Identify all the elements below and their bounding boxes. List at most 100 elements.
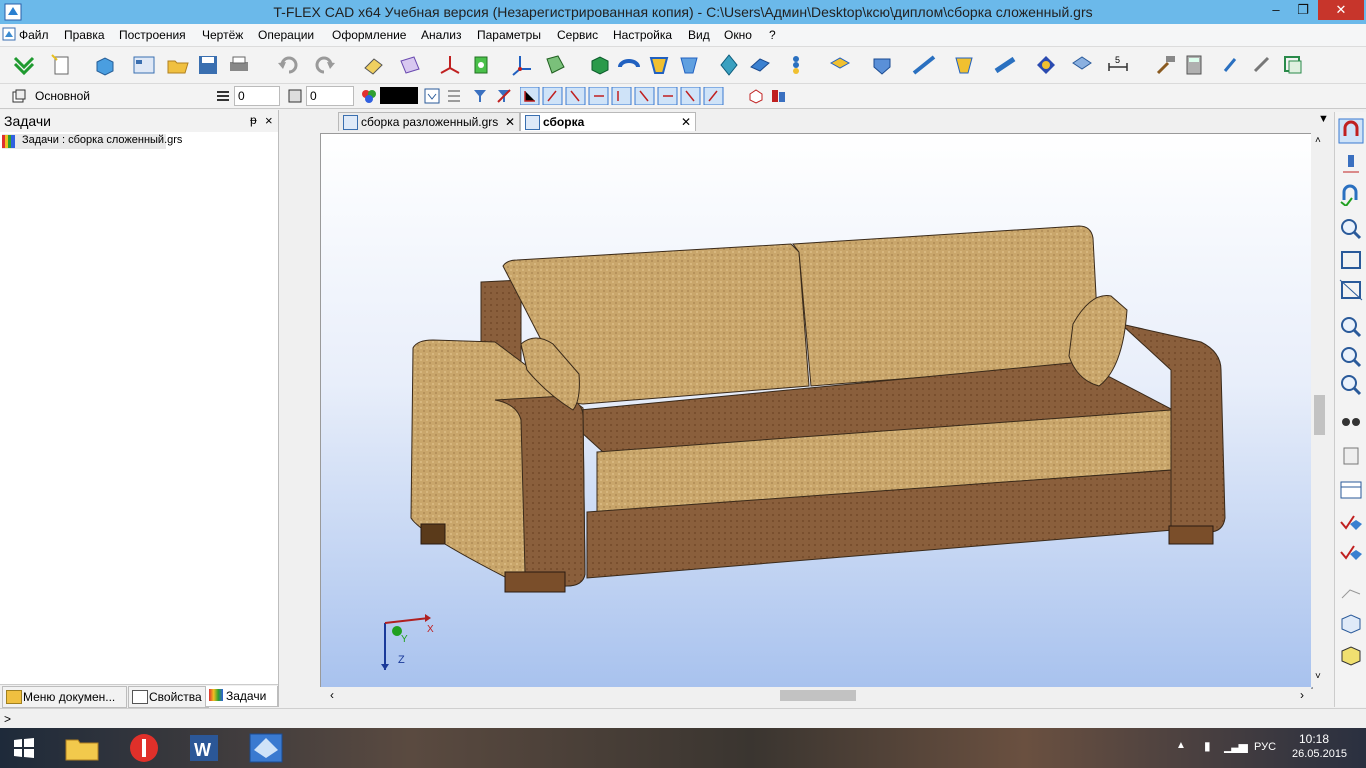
- menu-settings[interactable]: Настройка: [613, 28, 672, 42]
- 3d-profile-icon[interactable]: [544, 53, 568, 77]
- color-wheel-icon[interactable]: [361, 89, 377, 103]
- scroll-up-icon[interactable]: ˄: [1315, 135, 1321, 146]
- redo-icon[interactable]: [313, 53, 337, 77]
- open-icon[interactable]: [166, 53, 190, 77]
- thread-icon[interactable]: [952, 53, 976, 77]
- sheet-metal-icon[interactable]: [993, 53, 1017, 77]
- new-document-icon[interactable]: [50, 53, 74, 77]
- view-settings-icon[interactable]: [770, 88, 786, 104]
- scroll-down-icon[interactable]: ˅: [1315, 671, 1321, 682]
- view-3d-icon[interactable]: [748, 88, 764, 104]
- insert-part-icon[interactable]: [1034, 53, 1058, 77]
- materials-icon[interactable]: [1070, 53, 1094, 77]
- tab-document-menu[interactable]: Меню докумен...: [2, 686, 127, 708]
- menu-design[interactable]: Оформление: [332, 28, 406, 42]
- eraser-icon[interactable]: [362, 53, 386, 77]
- dimension-icon[interactable]: 5: [1106, 53, 1130, 77]
- signal-icon[interactable]: ▁▃▅: [1224, 739, 1248, 753]
- level-input[interactable]: 0: [234, 86, 280, 106]
- zoom-window-icon[interactable]: [1338, 278, 1364, 302]
- glasses-icon[interactable]: [1338, 410, 1364, 434]
- horizontal-scroll-thumb[interactable]: [780, 690, 856, 701]
- windows-icon[interactable]: [1281, 53, 1305, 77]
- minimize-button[interactable]: –: [1263, 0, 1289, 20]
- 3d-viewport[interactable]: X Y Z: [320, 133, 1313, 689]
- list-icon[interactable]: [446, 88, 462, 104]
- loft-icon[interactable]: [647, 53, 671, 77]
- save-icon[interactable]: [196, 53, 220, 77]
- color-swatch[interactable]: [380, 87, 418, 104]
- scroll-left-icon[interactable]: ‹: [330, 688, 334, 702]
- zoom-icon[interactable]: [1338, 216, 1364, 240]
- shell-icon[interactable]: [748, 53, 772, 77]
- menu-edit[interactable]: Правка: [64, 28, 105, 42]
- start-icon[interactable]: [0, 728, 48, 768]
- yandex-browser-icon[interactable]: [120, 728, 168, 768]
- menu-view[interactable]: Вид: [688, 28, 710, 42]
- tabs-dropdown-icon[interactable]: ▼: [1318, 113, 1329, 125]
- tab-properties[interactable]: Свойства: [128, 686, 209, 708]
- word-icon[interactable]: W: [180, 728, 228, 768]
- lcs-icon[interactable]: [438, 53, 462, 77]
- priority-input[interactable]: 0: [306, 86, 354, 106]
- paperclip-icon[interactable]: [1218, 53, 1242, 77]
- command-prompt[interactable]: >: [4, 712, 11, 726]
- snap-toolbar[interactable]: [520, 87, 730, 105]
- check-assembly-icon[interactable]: [1338, 540, 1364, 564]
- workplane-icon[interactable]: [398, 53, 422, 77]
- close-button[interactable]: ✕: [1318, 0, 1364, 20]
- menu-operations[interactable]: Операции: [258, 28, 314, 42]
- tray-expand-icon[interactable]: ▲: [1176, 740, 1186, 751]
- doc-menu-icon[interactable]: [2, 27, 16, 41]
- menu-parameters[interactable]: Параметры: [477, 28, 541, 42]
- pages-icon[interactable]: [1338, 444, 1364, 468]
- array-icon[interactable]: [788, 53, 812, 77]
- filter-off-icon[interactable]: [496, 88, 512, 104]
- menu-drawing[interactable]: Чертёж: [202, 28, 243, 42]
- pin-icon[interactable]: ᵽ: [250, 113, 257, 127]
- chamfer-icon[interactable]: [870, 53, 894, 77]
- layer-name[interactable]: Основной: [35, 89, 90, 103]
- horizontal-scrollbar[interactable]: ‹ ›: [320, 687, 1311, 704]
- maximize-button[interactable]: ❐: [1290, 0, 1316, 20]
- filter-icon[interactable]: [472, 88, 488, 104]
- menu-analysis[interactable]: Анализ: [421, 28, 462, 42]
- tab-document-unfolded[interactable]: сборка разложенный.grs ✕: [338, 112, 520, 131]
- panel-close-icon[interactable]: ×: [265, 113, 273, 128]
- file-explorer-icon[interactable]: [58, 728, 106, 768]
- clock-date[interactable]: 26.05.2015: [1292, 748, 1347, 760]
- vertical-scroll-thumb[interactable]: [1314, 395, 1325, 435]
- sweep-icon[interactable]: [677, 53, 701, 77]
- table-icon[interactable]: [1338, 478, 1364, 502]
- 3d-node-icon[interactable]: [470, 53, 494, 77]
- menu-construct[interactable]: Построения: [119, 28, 186, 42]
- battery-icon[interactable]: ▮: [1204, 739, 1211, 753]
- view-cube-icon[interactable]: [1338, 612, 1364, 636]
- snap-check-icon[interactable]: [1338, 182, 1364, 206]
- clock-time[interactable]: 10:18: [1299, 732, 1329, 746]
- confirm-icon[interactable]: [12, 53, 36, 77]
- new-drawing-icon[interactable]: [132, 53, 156, 77]
- menu-service[interactable]: Сервис: [557, 28, 598, 42]
- properties-icon[interactable]: [1250, 53, 1274, 77]
- close-tab-icon[interactable]: ✕: [505, 113, 515, 131]
- zoom-in-icon[interactable]: [1338, 314, 1364, 338]
- magnet-icon[interactable]: [1338, 118, 1364, 144]
- print-icon[interactable]: [227, 53, 251, 77]
- close-tab-icon[interactable]: ✕: [681, 113, 691, 131]
- tab-tasks[interactable]: Задачи: [205, 686, 278, 707]
- menu-help[interactable]: ?: [769, 28, 776, 42]
- undo-icon[interactable]: [276, 53, 300, 77]
- boolean-icon[interactable]: [717, 53, 741, 77]
- language-indicator[interactable]: РУС: [1254, 741, 1276, 753]
- surface-icon[interactable]: [912, 53, 936, 77]
- fillet-icon[interactable]: [828, 53, 852, 77]
- tflex-taskbar-icon[interactable]: [242, 728, 290, 768]
- calculator-icon[interactable]: [1182, 53, 1206, 77]
- zoom-out-icon[interactable]: [1338, 344, 1364, 368]
- extrude-icon[interactable]: [588, 53, 612, 77]
- style-dropdown-icon[interactable]: [424, 88, 440, 104]
- rotate-icon[interactable]: [617, 53, 641, 77]
- vertical-scrollbar[interactable]: ˄ ˅: [1311, 133, 1328, 687]
- hammer-icon[interactable]: [1154, 53, 1178, 77]
